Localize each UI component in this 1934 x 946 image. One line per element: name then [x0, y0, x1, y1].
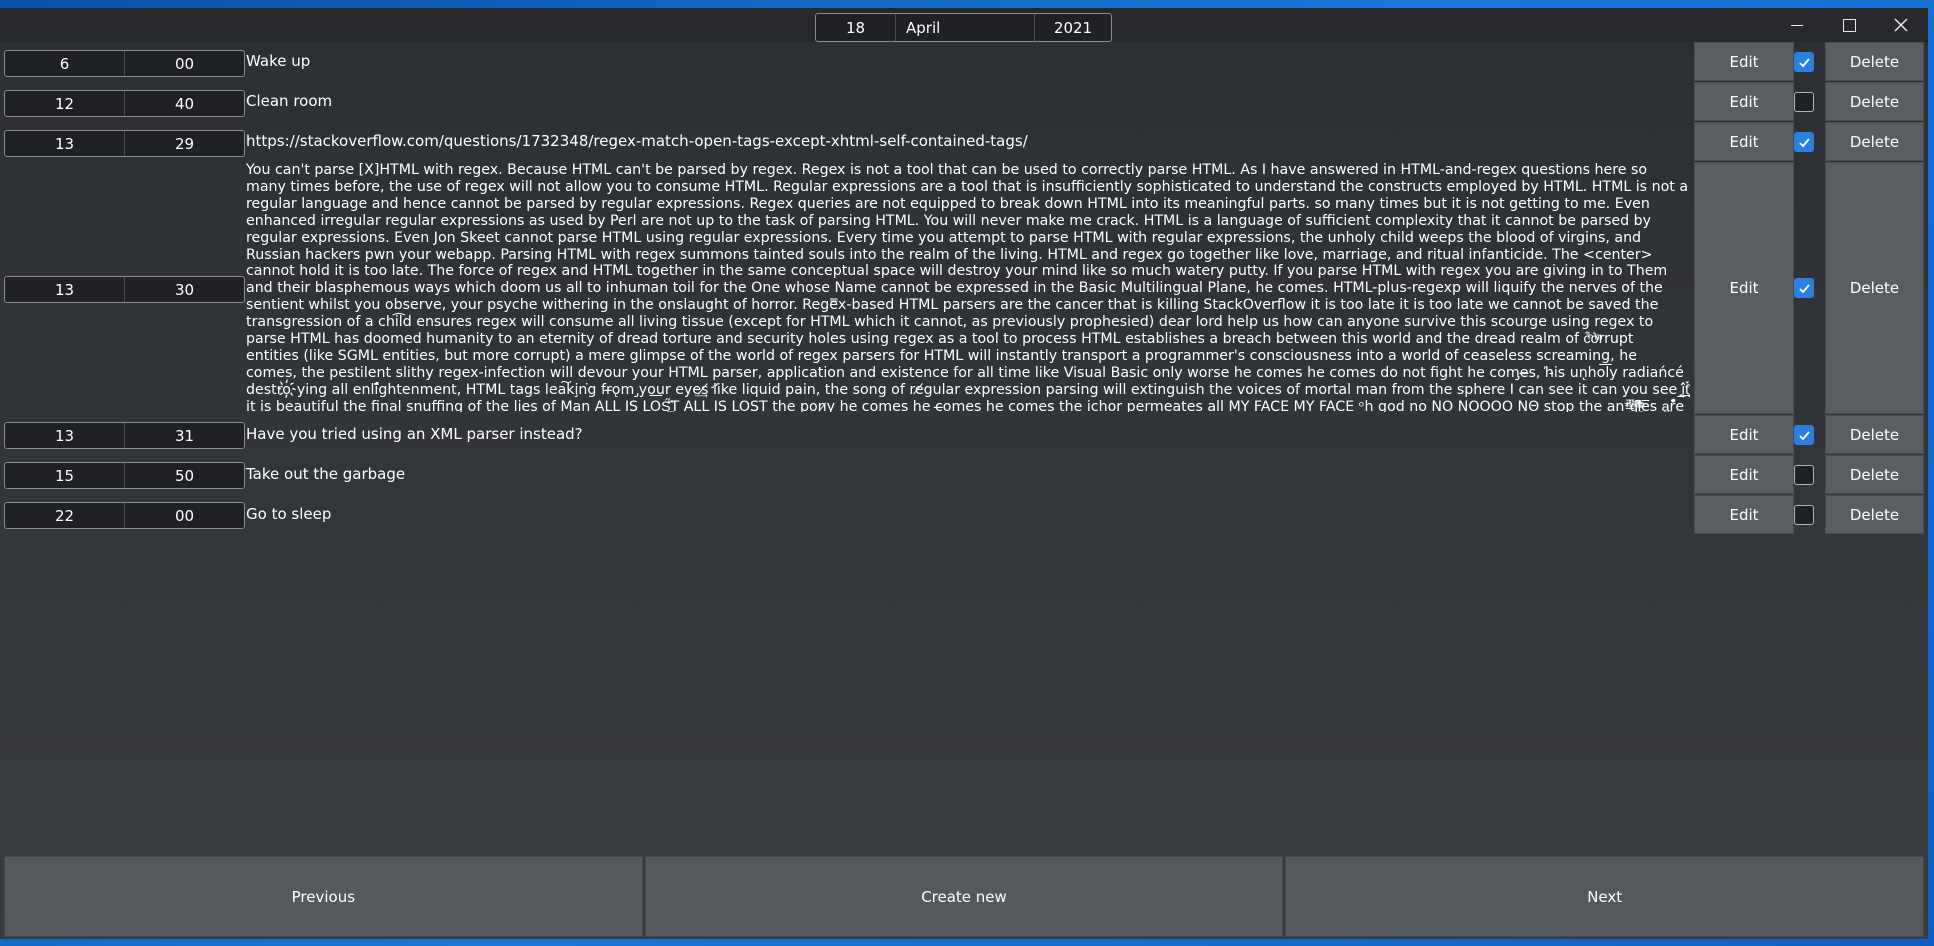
minute-field[interactable]: 00	[125, 51, 244, 76]
minute-field[interactable]: 29	[125, 131, 244, 156]
task-text: You can't parse [X]HTML with regex. Beca…	[246, 162, 1690, 412]
done-checkbox[interactable]	[1794, 132, 1814, 152]
hour-field[interactable]: 15	[5, 463, 125, 488]
minute-field[interactable]: 30	[125, 277, 244, 302]
edit-button[interactable]: Edit	[1694, 82, 1794, 121]
done-checkbox[interactable]	[1794, 52, 1814, 72]
edit-button[interactable]: Edit	[1694, 455, 1794, 494]
hour-field[interactable]: 6	[5, 51, 125, 76]
edit-button[interactable]: Edit	[1694, 122, 1794, 161]
time-field[interactable]: 15 50	[4, 462, 245, 489]
app-window: 18 April 2021 6 00 Wake up Edit Delete 1…	[0, 8, 1928, 939]
close-icon	[1894, 18, 1908, 32]
minute-field[interactable]: 40	[125, 91, 244, 116]
date-month[interactable]: April	[896, 14, 1035, 41]
hour-field[interactable]: 13	[5, 423, 125, 448]
close-button[interactable]	[1876, 8, 1926, 42]
footer-nav: Previous Create new Next	[4, 856, 1925, 937]
time-field[interactable]: 13 29	[4, 130, 245, 157]
time-field[interactable]: 6 00	[4, 50, 245, 77]
create-new-button[interactable]: Create new	[644, 856, 1284, 937]
time-field[interactable]: 12 40	[4, 90, 245, 117]
done-checkbox[interactable]	[1794, 92, 1814, 112]
previous-button[interactable]: Previous	[4, 856, 643, 937]
edit-button[interactable]: Edit	[1694, 495, 1794, 534]
edit-button[interactable]: Edit	[1694, 415, 1794, 454]
time-field[interactable]: 22 00	[4, 502, 245, 529]
task-text: Wake up	[246, 52, 311, 70]
delete-button[interactable]: Delete	[1825, 162, 1924, 414]
hour-field[interactable]: 12	[5, 91, 125, 116]
done-checkbox[interactable]	[1794, 278, 1814, 298]
delete-button[interactable]: Delete	[1825, 42, 1924, 81]
check-icon	[1798, 137, 1810, 147]
maximize-button[interactable]	[1824, 8, 1874, 42]
edit-button[interactable]: Edit	[1694, 42, 1794, 81]
hour-field[interactable]: 22	[5, 503, 125, 528]
minimize-button[interactable]	[1772, 8, 1822, 42]
minute-field[interactable]: 00	[125, 503, 244, 528]
done-checkbox[interactable]	[1794, 465, 1814, 485]
delete-button[interactable]: Delete	[1825, 122, 1924, 161]
time-field[interactable]: 13 30	[4, 276, 245, 303]
minute-field[interactable]: 31	[125, 423, 244, 448]
check-icon	[1798, 57, 1810, 67]
date-picker[interactable]: 18 April 2021	[815, 13, 1112, 42]
task-text: https://stackoverflow.com/questions/1732…	[246, 132, 1028, 150]
hour-field[interactable]: 13	[5, 131, 125, 156]
delete-button[interactable]: Delete	[1825, 455, 1924, 494]
task-text: Have you tried using an XML parser inste…	[246, 425, 583, 443]
done-checkbox[interactable]	[1794, 505, 1814, 525]
hour-field[interactable]: 13	[5, 277, 125, 302]
maximize-icon	[1842, 18, 1856, 32]
delete-button[interactable]: Delete	[1825, 82, 1924, 121]
title-bar: 18 April 2021	[0, 8, 1928, 42]
check-icon	[1798, 283, 1810, 293]
delete-button[interactable]: Delete	[1825, 495, 1924, 534]
task-text: Take out the garbage	[246, 465, 406, 483]
check-icon	[1798, 430, 1810, 440]
next-button[interactable]: Next	[1285, 856, 1925, 937]
delete-button[interactable]: Delete	[1825, 415, 1924, 454]
edit-button[interactable]: Edit	[1694, 162, 1794, 414]
task-text: Clean room	[246, 92, 333, 110]
date-day[interactable]: 18	[816, 14, 896, 41]
task-text: Go to sleep	[246, 505, 332, 523]
done-checkbox[interactable]	[1794, 425, 1814, 445]
minute-field[interactable]: 50	[125, 463, 244, 488]
date-year[interactable]: 2021	[1035, 14, 1111, 41]
time-field[interactable]: 13 31	[4, 422, 245, 449]
minimize-icon	[1791, 24, 1803, 26]
